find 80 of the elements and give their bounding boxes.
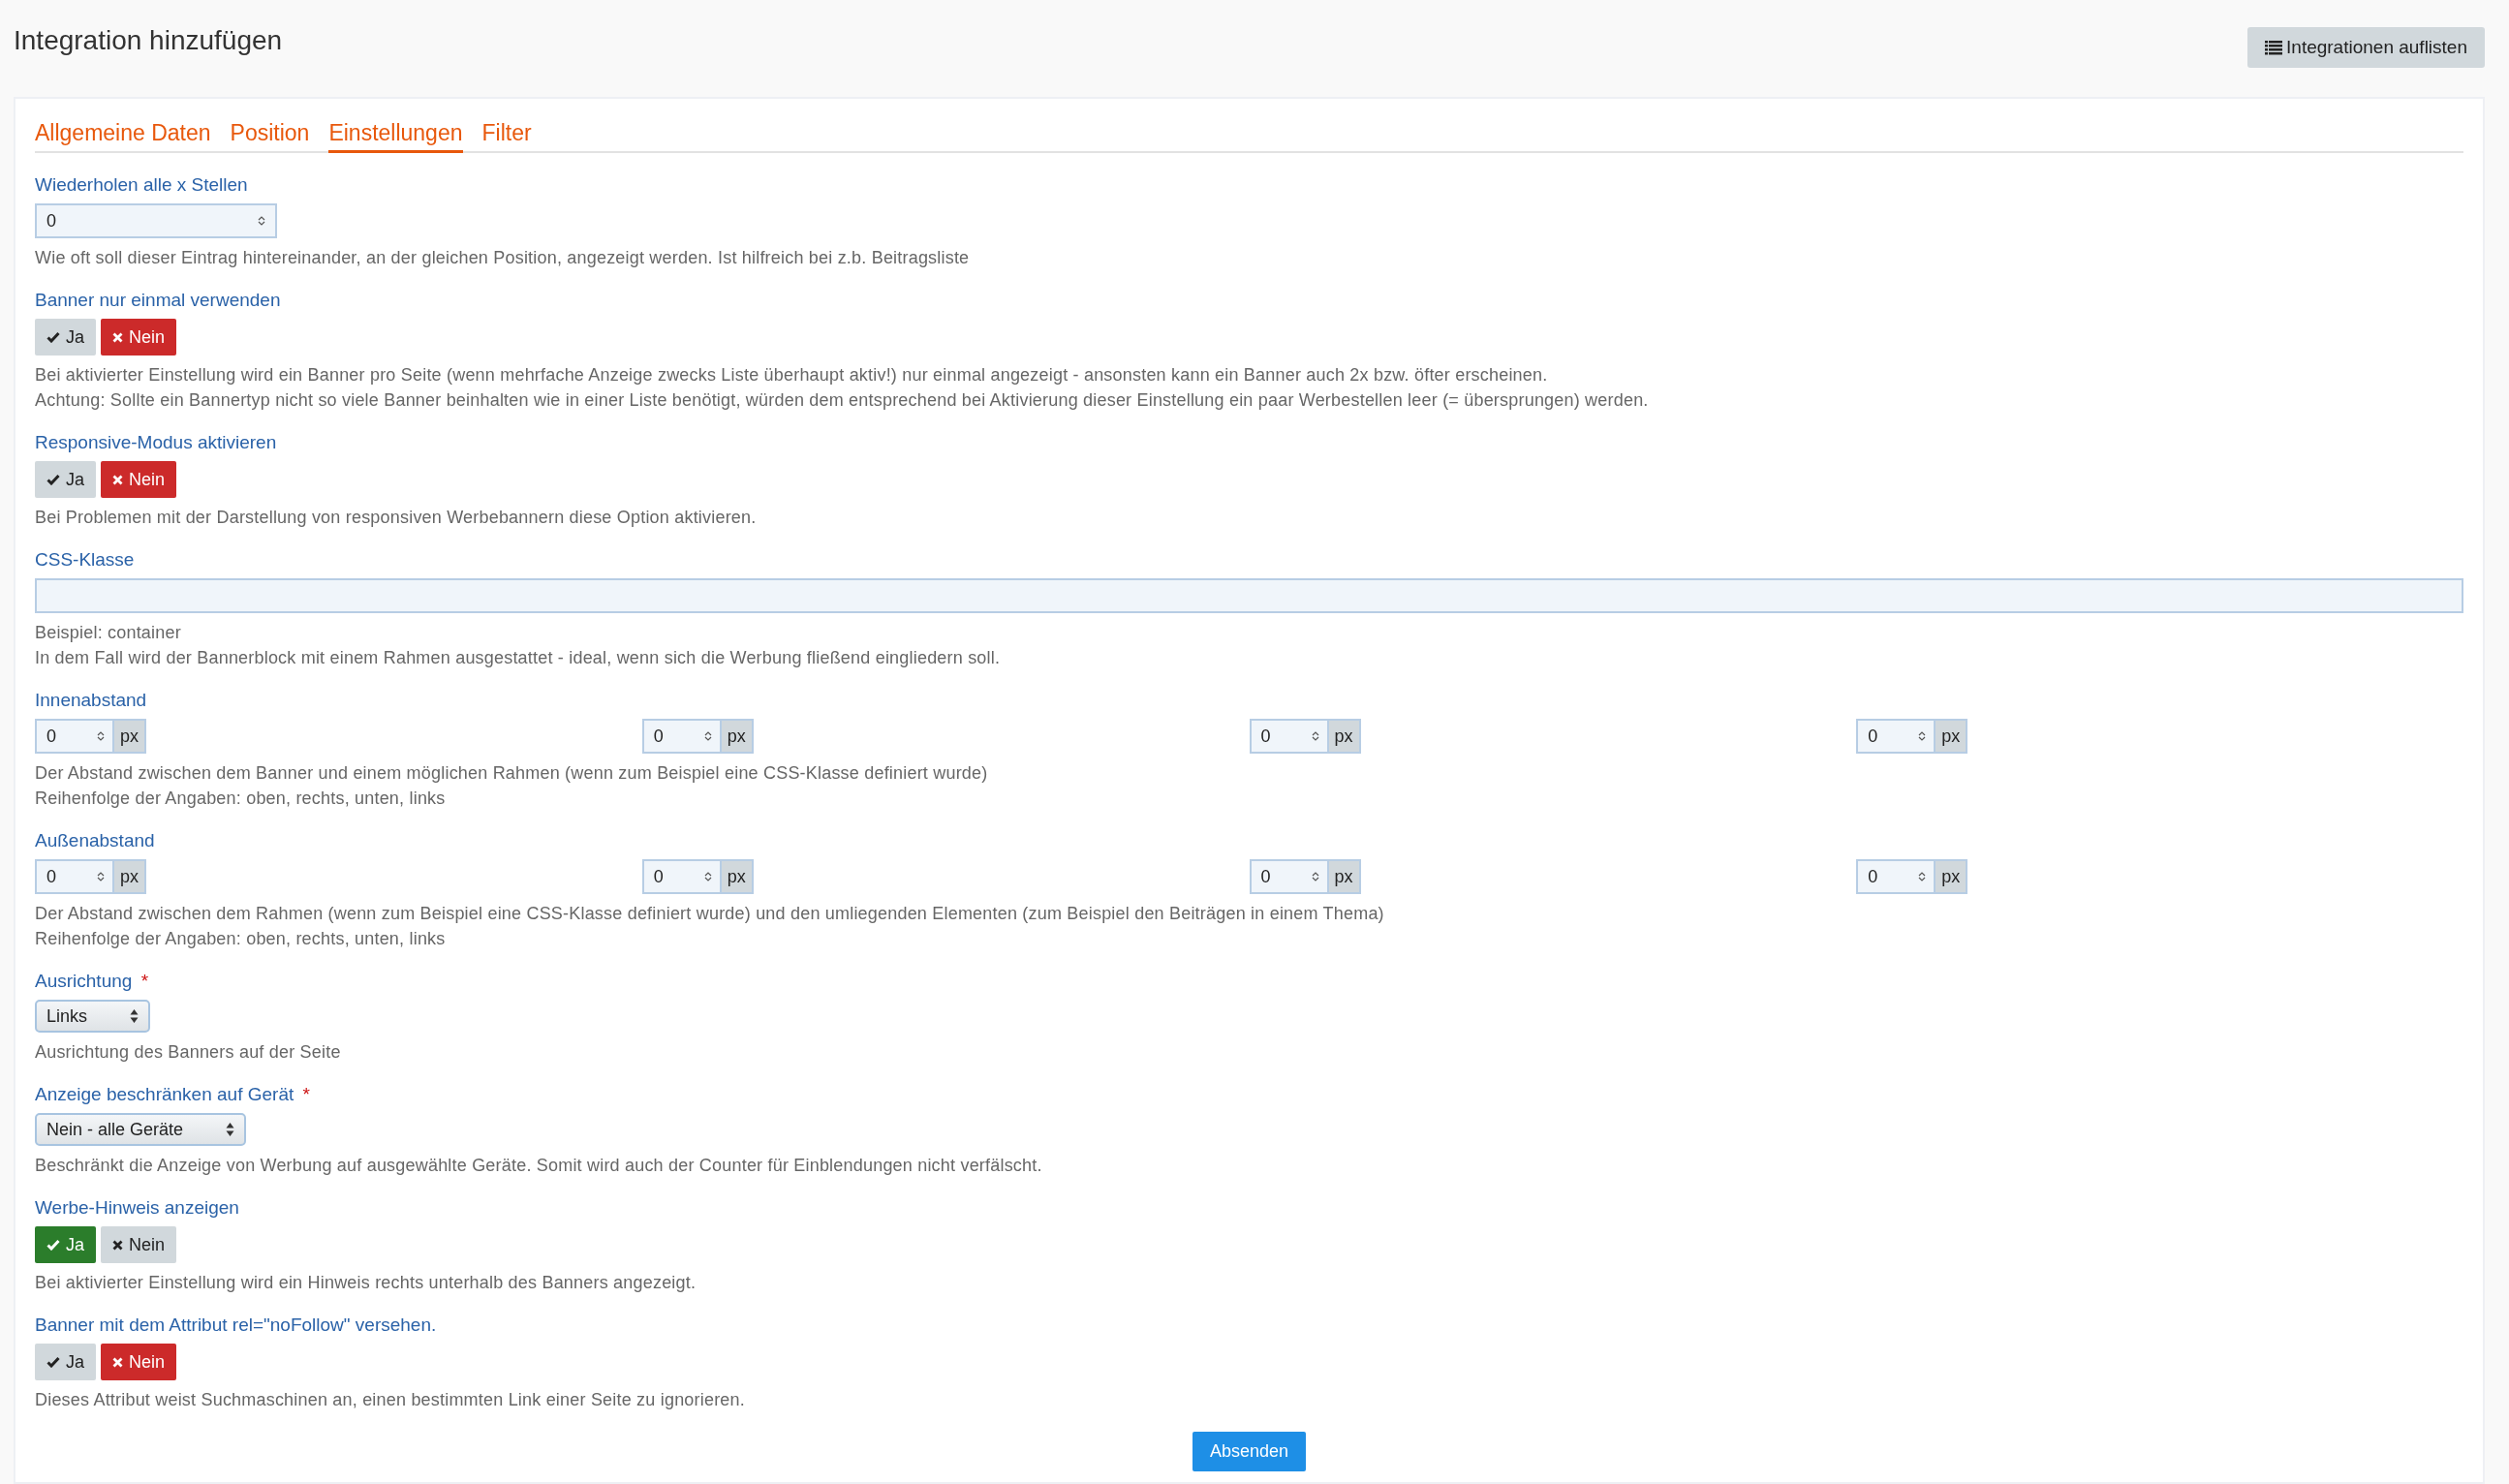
yes-button[interactable]: Ja [35, 1344, 96, 1380]
help-text: Der Abstand zwischen dem Banner und einem möglichen Rahmen (wenn zum Beispiel eine CSS-Klasse definiert wurde) [35, 762, 989, 785]
unit-addon: px [112, 859, 146, 894]
spinner-icon [1311, 730, 1319, 742]
spinner-icon [97, 871, 105, 882]
select-dropdown[interactable]: Nein - alle Geräte [35, 1113, 247, 1146]
unit-addon: px [112, 719, 146, 754]
number-input[interactable]: 0 [1249, 859, 1327, 894]
spinner-icon [1918, 730, 1927, 742]
number-input[interactable]: 0 [35, 719, 112, 754]
spinner-icon [703, 871, 712, 882]
help-text: Wie oft soll dieser Eintrag hintereinander, an der gleichen Position, angezeigt werden. Ist hilfreich bei z.b. Beitragsliste [35, 247, 971, 269]
field-label: Banner mit dem Attribut rel="noFollow" versehen. [35, 1314, 437, 1335]
unit-addon: px [719, 719, 754, 754]
number-input[interactable]: 0 [641, 859, 720, 894]
updown-icon [226, 1122, 235, 1137]
field-label: Wiederholen alle x Stellen [35, 174, 248, 195]
list-icon [2265, 40, 2283, 55]
updown-icon [130, 1008, 139, 1024]
unit-addon: px [1326, 859, 1361, 894]
number-input[interactable]: 0 [35, 203, 277, 238]
text-input[interactable] [35, 578, 2463, 613]
help-text: Beschränkt die Anzeige von Werbung auf ausgewählte Geräte. Somit wird auch der Counter für Einblendungen nicht verfälscht. [35, 1155, 1043, 1177]
required-asterisk: * [302, 1084, 310, 1104]
field-label: CSS-Klasse [35, 549, 135, 570]
no-button[interactable]: Nein [101, 1226, 177, 1263]
spinner-icon [1918, 871, 1927, 882]
help-text: Beispiel: container [35, 622, 182, 644]
no-button[interactable]: Nein [101, 319, 177, 356]
close-icon [112, 1356, 123, 1368]
unit-addon: px [1934, 719, 1968, 754]
field-label: Banner nur einmal verwenden [35, 290, 281, 310]
spinner-icon [703, 730, 712, 742]
tab[interactable]: Filter [481, 120, 532, 153]
yes-button[interactable]: Ja [35, 319, 96, 356]
close-icon [112, 474, 123, 485]
help-text: Ausrichtung des Banners auf der Seite [35, 1041, 342, 1064]
field-label: Außenabstand [35, 830, 155, 850]
unit-addon: px [1934, 859, 1968, 894]
number-input[interactable]: 0 [1249, 719, 1327, 754]
check-icon [46, 474, 60, 485]
list-integrations-button[interactable]: Integrationen auflisten [2247, 27, 2485, 68]
check-icon [46, 1356, 60, 1368]
required-asterisk: * [140, 971, 149, 991]
number-input[interactable]: 0 [35, 859, 112, 894]
yes-button[interactable]: Ja [35, 1226, 96, 1263]
field-label: Werbe-Hinweis anzeigen [35, 1197, 239, 1218]
yes-button[interactable]: Ja [35, 461, 96, 498]
close-icon [112, 1239, 123, 1251]
close-icon [112, 331, 123, 343]
field-label: Innenabstand [35, 690, 147, 710]
spinner-icon [97, 730, 105, 742]
check-icon [46, 331, 60, 343]
number-input[interactable]: 0 [641, 719, 720, 754]
field-label: Responsive-Modus aktivieren [35, 432, 277, 452]
check-icon [46, 1239, 60, 1251]
no-button[interactable]: Nein [101, 1344, 177, 1380]
number-input[interactable]: 0 [1856, 859, 1935, 894]
tab[interactable]: Position [230, 120, 310, 153]
help-text: Bei aktivierter Einstellung wird ein Banner pro Seite (wenn mehrfache Anzeige zwecks Liste überhaupt aktiv!) nur einmal angezeigt - ansonsten kann ein Banner auch 2x bzw. öfter erscheinen. [35, 364, 1549, 386]
help-text: Reihenfolge der Angaben: oben, rechts, unten, links [35, 788, 447, 810]
tab[interactable]: Einstellungen [328, 120, 463, 153]
unit-addon: px [1326, 719, 1361, 754]
tab[interactable]: Allgemeine Daten [35, 120, 211, 153]
field-label: Anzeige beschränken auf Gerät [35, 1084, 294, 1104]
spinner-icon [1311, 871, 1319, 882]
help-text: Der Abstand zwischen dem Rahmen (wenn zum Beispiel eine CSS-Klasse definiert wurde) und den umliegenden Elementen (zum Beispiel den Beiträgen in einem Thema) [35, 903, 1385, 925]
number-input[interactable]: 0 [1856, 719, 1935, 754]
help-text: Bei Problemen mit der Darstellung von responsiven Werbebannern diese Option aktivieren. [35, 507, 758, 529]
select-dropdown[interactable]: Links [35, 1000, 151, 1033]
help-text: Dieses Attribut weist Suchmaschinen an, einen bestimmten Link einer Seite zu ignorieren. [35, 1389, 746, 1411]
unit-addon: px [719, 859, 754, 894]
help-text: Reihenfolge der Angaben: oben, rechts, unten, links [35, 928, 447, 950]
no-button[interactable]: Nein [101, 461, 177, 498]
help-text: In dem Fall wird der Bannerblock mit einem Rahmen ausgestattet - ideal, wenn sich die Werbung fließend eingliedern soll. [35, 647, 1002, 669]
page-title: Integration hinzufügen [14, 25, 283, 56]
help-text: Achtung: Sollte ein Bannertyp nicht so viele Banner beinhalten wie in einer Liste benötigt, würden dem entsprechend bei Aktivierung dieser Einstellung ein paar Werbestellen leer (= übersprungen) werden. [35, 389, 1650, 412]
field-label: Ausrichtung [35, 971, 133, 991]
spinner-icon [258, 215, 265, 227]
help-text: Bei aktivierter Einstellung wird ein Hinweis rechts unterhalb des Banners angezeigt. [35, 1272, 697, 1294]
